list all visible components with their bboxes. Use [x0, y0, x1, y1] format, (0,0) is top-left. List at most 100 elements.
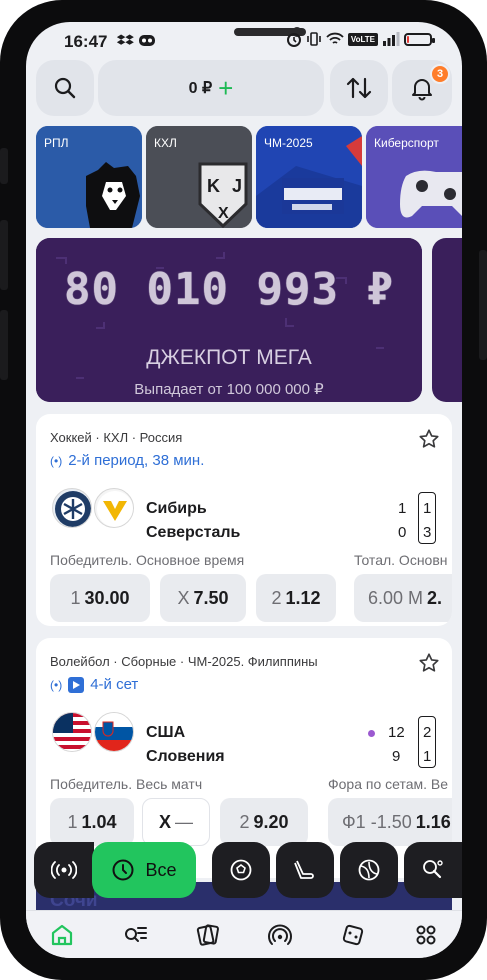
search-button[interactable] [36, 60, 94, 116]
grid-icon [416, 925, 436, 944]
odd-button-home[interactable]: 1 1.04 [50, 798, 134, 846]
odd-key: 6.00 М [368, 587, 424, 608]
tile-cybersport[interactable]: Киберспорт [366, 126, 462, 228]
search-list-icon [124, 926, 147, 942]
notifications-button[interactable]: 3 [392, 60, 452, 116]
battery-icon [404, 32, 435, 46]
svg-text:X: X [218, 205, 229, 222]
event-breadcrumb: Хоккей · КХЛ · Россия [50, 430, 183, 445]
jackpot-title: ДЖЕКПОТ МЕГА [146, 346, 312, 369]
dropbox-icon [116, 34, 134, 45]
odd-button-home[interactable]: 1 30.00 [50, 574, 150, 622]
sort-button[interactable] [330, 60, 388, 116]
nav-home[interactable] [42, 915, 82, 955]
tile-rpl[interactable]: РПЛ [36, 126, 142, 228]
nav-live[interactable] [260, 915, 300, 955]
tile-label: Киберспорт [374, 136, 439, 150]
odd-value: 1.12 [285, 587, 321, 608]
filter-live-button[interactable] [34, 842, 94, 898]
team-name: США [146, 724, 186, 741]
odd-button-draw: X — [142, 798, 210, 846]
odd-value: 7.50 [193, 587, 229, 608]
jackpot-subtitle: Выпадает от 100 000 000 ₽ [134, 381, 324, 398]
nav-casino[interactable] [333, 915, 373, 955]
side-button [0, 220, 8, 290]
filter-tennis-button[interactable] [340, 842, 398, 898]
set-score: 1 [423, 748, 432, 765]
next-banner-peek[interactable] [432, 238, 462, 402]
odd-value: 30.00 [84, 587, 130, 608]
set-score: 2 [423, 724, 432, 741]
volte-indicator: VoLTE [347, 32, 378, 46]
status-left-icons [116, 32, 156, 48]
odd-key: X [158, 811, 171, 832]
filter-hockey-button[interactable] [276, 842, 334, 898]
odd-value: 1.16 [415, 811, 451, 832]
broadcast-icon: (•) [50, 453, 63, 468]
dice-icon [342, 924, 364, 945]
balance-button[interactable]: 0 ₽ + [98, 60, 324, 116]
live-status-text: 2-й период, 38 мин. [68, 452, 205, 469]
alarm-icon [286, 33, 301, 47]
broadcast-icon [51, 861, 77, 879]
usa-flag-icon [52, 712, 92, 752]
live-status: (•) 2-й период, 38 мин. [50, 452, 204, 469]
jackpot-amount: 80 010 993 ₽ [64, 264, 394, 315]
bottom-navigation [26, 910, 462, 958]
odd-value: 1.04 [81, 811, 117, 832]
deposit-plus-icon: + [218, 73, 234, 103]
hockey-icon [294, 860, 314, 879]
nav-catalog[interactable] [115, 915, 155, 955]
odd-button-away[interactable]: 2 1.12 [256, 574, 336, 622]
tile-label: ЧМ-2025 [264, 136, 313, 150]
filter-table-tennis-button[interactable] [404, 842, 462, 898]
odd-button-away[interactable]: 2 9.20 [220, 798, 308, 846]
sport-filter-bar: Все [26, 842, 462, 898]
sibir-logo-icon [52, 488, 92, 528]
tile-wc2025[interactable]: ЧМ-2025 [256, 126, 362, 228]
status-time: 16:47 [64, 32, 108, 51]
odd-key: 1 [70, 587, 81, 608]
team-name: Словения [146, 748, 225, 765]
home-icon [52, 924, 73, 945]
odd-key: 1 [67, 811, 78, 832]
tile-khl[interactable]: K J X КХЛ [146, 126, 252, 228]
favorite-star-icon[interactable] [418, 652, 440, 674]
team-score: 12 [388, 724, 405, 741]
event-card-hockey[interactable]: Хоккей · КХЛ · Россия (•) 2-й период, 38… [36, 414, 452, 626]
favorite-star-icon[interactable] [418, 428, 440, 450]
status-right-icons: VoLTE [286, 31, 435, 47]
search-icon [54, 77, 76, 99]
odd-button-total[interactable]: 6.00 М 2. [354, 574, 452, 622]
filter-football-button[interactable] [212, 842, 270, 898]
severstal-logo-icon [94, 488, 134, 528]
nav-more[interactable] [406, 915, 446, 955]
odd-button-handicap[interactable]: Ф1 -1.50 1.16 [328, 798, 452, 846]
team-score: 1 [398, 500, 407, 517]
notifications-badge: 3 [430, 64, 450, 84]
vibrate-icon [307, 32, 321, 46]
odd-button-draw[interactable]: X 7.50 [160, 574, 246, 622]
odd-value: 9.20 [253, 811, 289, 832]
soccer-ball-icon [230, 859, 252, 881]
filter-all-label: Все [145, 859, 177, 880]
clock-icon [112, 859, 134, 881]
serving-indicator [368, 730, 375, 737]
side-button [479, 250, 487, 360]
jackpot-banner[interactable]: 80 010 993 ₽ ДЖЕКПОТ МЕГА Выпадает от 10… [36, 238, 422, 402]
markets-row: Победитель. Весь матч Фора по сетам. Ве … [36, 776, 452, 850]
video-play-icon [68, 676, 85, 693]
odd-key: 2 [239, 811, 250, 832]
odd-value: 2. [427, 587, 443, 608]
signal-icon [383, 32, 400, 46]
tennis-ball-icon [358, 859, 380, 881]
period-score: 3 [423, 524, 432, 541]
filter-all-button[interactable]: Все [92, 842, 196, 898]
team-score: 0 [398, 524, 407, 541]
odd-key: X [177, 587, 190, 608]
battery-level [407, 35, 409, 43]
nav-coupons[interactable] [188, 915, 228, 955]
balance: 0 ₽ + [189, 75, 234, 101]
svg-text:K: K [207, 176, 220, 196]
odd-value: — [175, 811, 193, 832]
